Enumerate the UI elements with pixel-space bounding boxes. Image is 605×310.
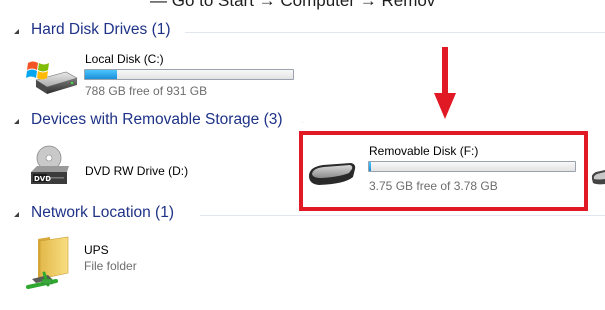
collapse-triangle-icon[interactable] — [14, 29, 19, 34]
annotation-highlight-box — [299, 131, 588, 211]
item-type: File folder — [84, 259, 137, 273]
collapse-triangle-icon[interactable] — [14, 119, 19, 124]
drive-name: Local Disk (C:) — [85, 52, 164, 66]
group-divider — [302, 122, 303, 123]
collapse-triangle-icon[interactable] — [14, 212, 19, 217]
drive-name: DVD RW Drive (D:) — [85, 164, 189, 178]
group-title: Devices with Removable Storage (3) — [31, 111, 291, 129]
drive-item-local-disk-c[interactable]: Local Disk (C:) 788 GB free of 931 GB — [22, 52, 302, 100]
group-title: Network Location (1) — [31, 204, 183, 222]
item-name: UPS — [84, 243, 109, 257]
windows-drive-icon — [26, 61, 78, 94]
annotation-arrow-icon — [434, 47, 456, 119]
drive-usage-fill — [85, 70, 118, 79]
group-header-hard-disk-drives[interactable]: Hard Disk Drives (1) — [0, 21, 605, 43]
drive-usage-bar — [84, 69, 294, 80]
group-header-removable-storage[interactable]: Devices with Removable Storage (3) — [0, 111, 605, 133]
drive-item-dvd-rw-d[interactable]: DVD DVD RW Drive (D:) — [22, 144, 262, 194]
cut-off-heading: — Go to Start → Computer → Remov — [150, 0, 436, 10]
group-divider — [200, 215, 605, 216]
network-folder-icon — [26, 236, 69, 289]
group-divider — [185, 32, 605, 33]
drive-free-space: 788 GB free of 931 GB — [85, 84, 208, 98]
dvd-drive-icon: DVD — [31, 145, 69, 184]
partial-drive-icon[interactable] — [590, 166, 605, 188]
network-item-ups[interactable]: UPS File folder — [22, 233, 262, 293]
svg-text:DVD: DVD — [34, 175, 51, 183]
group-title: Hard Disk Drives (1) — [31, 21, 179, 39]
